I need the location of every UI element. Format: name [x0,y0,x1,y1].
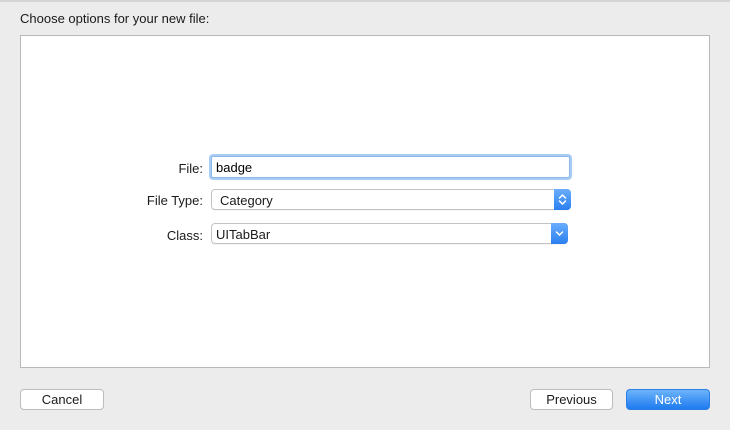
class-label: Class: [166,228,203,243]
chevron-down-icon[interactable] [551,223,568,244]
file-name-input[interactable] [211,156,570,178]
file-type-value: Category [220,193,273,208]
class-combo-box[interactable]: UITabBar [211,223,568,244]
previous-button[interactable]: Previous [530,389,613,410]
cancel-button[interactable]: Cancel [20,389,104,410]
file-type-popup[interactable]: Category [211,189,571,210]
file-type-label: File Type: [146,193,203,208]
class-value: UITabBar [216,227,271,242]
file-label: File: [178,161,203,176]
dialog-heading: Choose options for your new file: [20,11,210,26]
next-button[interactable]: Next [626,389,710,410]
up-down-chevrons-icon [554,189,571,210]
window-top-edge [0,0,730,2]
